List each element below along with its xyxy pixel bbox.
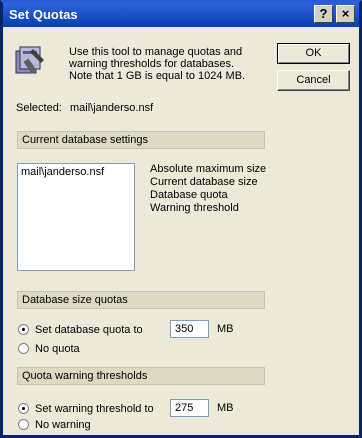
set-warning-label: Set warning threshold to xyxy=(35,403,154,415)
list-item[interactable]: mail\janderso.nsf xyxy=(21,166,131,178)
selected-label: Selected: xyxy=(16,102,62,114)
current-db-size-label: Current database size xyxy=(150,176,258,188)
quota-tool-icon xyxy=(15,46,44,74)
absolute-max-size-label: Absolute maximum size xyxy=(150,163,267,175)
help-icon[interactable]: ? xyxy=(314,5,333,23)
threshold-input[interactable]: 275 xyxy=(170,399,209,417)
close-icon[interactable]: × xyxy=(336,5,355,23)
dialog-content: Use this tool to manage quotas and warni… xyxy=(3,27,359,435)
no-quota-label: No quota xyxy=(35,343,80,355)
warning-thresholds-header: Quota warning thresholds xyxy=(17,367,265,385)
set-quota-label: Set database quota to xyxy=(35,324,143,336)
current-settings-header: Current database settings xyxy=(17,131,265,149)
threshold-unit: MB xyxy=(217,402,234,414)
set-warning-radio[interactable] xyxy=(18,403,29,414)
quota-input[interactable]: 350 xyxy=(170,320,209,338)
set-warning-radio-row[interactable]: Set warning threshold to xyxy=(18,402,154,416)
database-list[interactable]: mail\janderso.nsf xyxy=(17,163,135,271)
no-warning-radio-row[interactable]: No warning xyxy=(18,418,91,432)
no-warning-radio[interactable] xyxy=(18,419,29,430)
quota-unit: MB xyxy=(217,323,234,335)
dialog-title: Set Quotas xyxy=(9,7,78,22)
settings-labels: Absolute maximum size Current database s… xyxy=(150,163,266,215)
set-quota-radio-row[interactable]: Set database quota to xyxy=(18,323,143,337)
database-quota-label: Database quota xyxy=(150,189,228,201)
selected-database: mail\janderso.nsf xyxy=(70,102,154,114)
intro-text: Use this tool to manage quotas and warni… xyxy=(69,46,246,82)
cancel-button[interactable]: Cancel xyxy=(277,70,350,91)
title-bar[interactable]: Set Quotas ? × xyxy=(3,3,359,27)
no-quota-radio[interactable] xyxy=(18,343,29,354)
no-warning-label: No warning xyxy=(35,419,91,431)
set-quota-radio[interactable] xyxy=(18,324,29,335)
warning-threshold-label: Warning threshold xyxy=(150,202,239,214)
set-quotas-dialog: Set Quotas ? × Use this tool to manage q… xyxy=(0,0,362,438)
size-quotas-header: Database size quotas xyxy=(17,291,265,309)
no-quota-radio-row[interactable]: No quota xyxy=(18,342,80,356)
ok-button[interactable]: OK xyxy=(277,43,350,64)
